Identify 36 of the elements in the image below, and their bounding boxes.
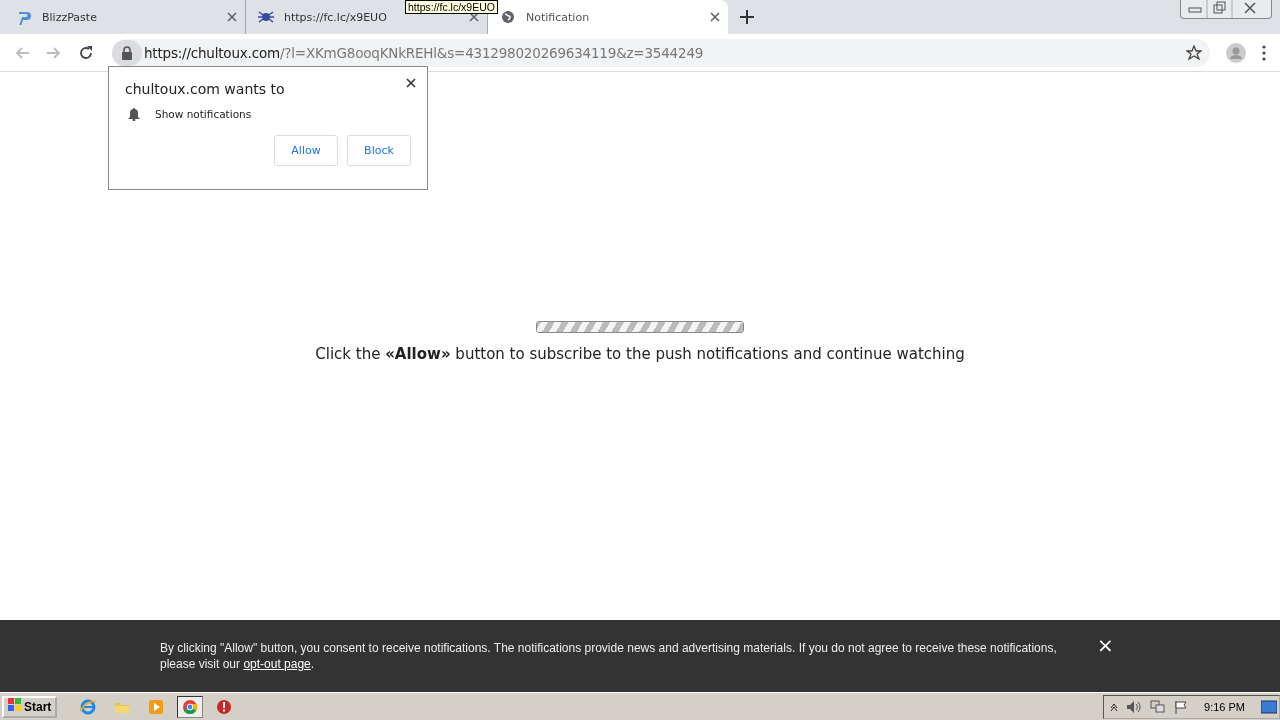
taskbar-button[interactable]: [177, 695, 204, 718]
tooltip: https://fc.lc/x9EUO: [405, 0, 498, 14]
consent-text: By clicking "Allow" button, you consent to receive notifications. The notifications provide news and advertising materials. If you do not agree to receive these notifications, please visit our opt-out page.: [160, 640, 1058, 672]
opt-out-link[interactable]: opt-out page: [243, 657, 311, 671]
close-icon[interactable]: [469, 12, 479, 22]
star-icon[interactable]: [1186, 44, 1202, 61]
close-button[interactable]: ×: [1097, 634, 1114, 656]
media-player-icon: [148, 698, 165, 715]
menu-icon[interactable]: [1262, 44, 1266, 61]
browser-e-icon: [80, 698, 97, 715]
chrome-icon: [182, 698, 199, 715]
blizz-logo-icon: [16, 9, 32, 25]
flag-icon[interactable]: [1174, 699, 1189, 714]
close-icon[interactable]: [406, 78, 416, 88]
show-desktop-icon[interactable]: [1261, 699, 1277, 714]
speaker-icon[interactable]: [1126, 699, 1143, 714]
clock[interactable]: 9:16 PM: [1204, 700, 1245, 713]
chevron-up-icon[interactable]: [1110, 701, 1119, 712]
block-button[interactable]: Block: [347, 135, 411, 166]
address-bar[interactable]: https://chultoux.com/?l=XKmG8ooqKNkREHl&s=431298020269634119&z=3544249: [112, 38, 1210, 67]
stop-sign-icon: [216, 698, 233, 715]
close-icon[interactable]: [710, 12, 720, 22]
start-button[interactable]: Start: [2, 695, 58, 718]
network-icon[interactable]: [1150, 699, 1167, 714]
permission-label: Show notifications: [155, 108, 252, 120]
lock-icon: [121, 45, 133, 60]
instruction-text: Click the «Allow» button to subscribe to the push notifications and continue watching: [315, 345, 965, 363]
allow-button[interactable]: Allow: [274, 135, 338, 166]
popup-title: chultoux.com wants to: [125, 81, 286, 97]
globe-icon: [500, 9, 516, 25]
new-tab-icon[interactable]: [740, 10, 754, 24]
window-controls[interactable]: [1180, 0, 1272, 19]
reload-icon[interactable]: [78, 44, 94, 61]
bug-icon: [258, 9, 274, 25]
bell-icon: [127, 107, 141, 121]
profile-icon[interactable]: [1226, 42, 1246, 63]
